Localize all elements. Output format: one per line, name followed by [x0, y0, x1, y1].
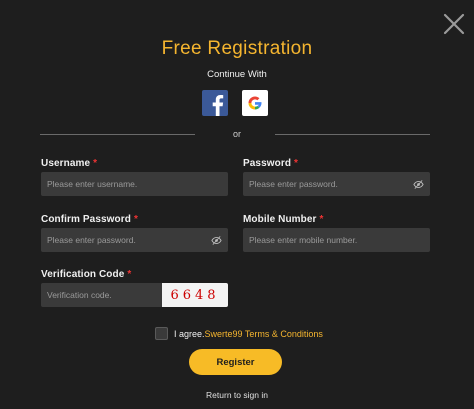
google-login-button[interactable] — [242, 90, 268, 116]
confirm-password-label: Confirm Password * — [41, 214, 138, 225]
confirm-password-input[interactable] — [47, 235, 211, 245]
register-button[interactable]: Register — [189, 349, 282, 375]
required-mark: * — [133, 214, 138, 225]
close-icon — [443, 13, 465, 35]
facebook-icon — [212, 95, 224, 116]
password-label: Password * — [243, 158, 299, 169]
mobile-number-field[interactable] — [243, 228, 430, 252]
password-field[interactable] — [243, 172, 430, 196]
username-input[interactable] — [47, 179, 222, 189]
username-field[interactable] — [41, 172, 228, 196]
password-input[interactable] — [249, 179, 413, 189]
facebook-login-button[interactable] — [202, 90, 228, 116]
divider-right — [275, 134, 430, 135]
required-mark: * — [127, 269, 132, 280]
verification-code-input[interactable] — [47, 290, 156, 300]
close-button[interactable] — [442, 12, 466, 36]
captcha-image[interactable]: 6648 — [162, 283, 228, 307]
return-to-sign-in-link[interactable]: Return to sign in — [0, 390, 474, 400]
mobile-number-input[interactable] — [249, 235, 424, 245]
username-label: Username * — [41, 158, 98, 169]
terms-agreement: I agree. Swerte99 Terms & Conditions — [155, 327, 323, 340]
eye-slash-icon[interactable] — [211, 235, 222, 246]
terms-checkbox[interactable] — [155, 327, 168, 340]
terms-link[interactable]: Swerte99 Terms & Conditions — [205, 329, 323, 339]
continue-with-label: Continue With — [207, 69, 267, 80]
mobile-number-label: Mobile Number * — [243, 214, 324, 225]
required-mark: * — [93, 158, 98, 169]
verification-code-label: Verification Code * — [41, 269, 132, 280]
verification-code-field[interactable] — [41, 283, 162, 307]
agree-prefix: I agree. — [174, 328, 205, 339]
required-mark: * — [319, 214, 324, 225]
dialog-title: Free Registration — [161, 38, 313, 59]
eye-slash-icon[interactable] — [413, 179, 424, 190]
confirm-password-field[interactable] — [41, 228, 228, 252]
required-mark: * — [294, 158, 299, 169]
google-icon — [248, 96, 262, 110]
